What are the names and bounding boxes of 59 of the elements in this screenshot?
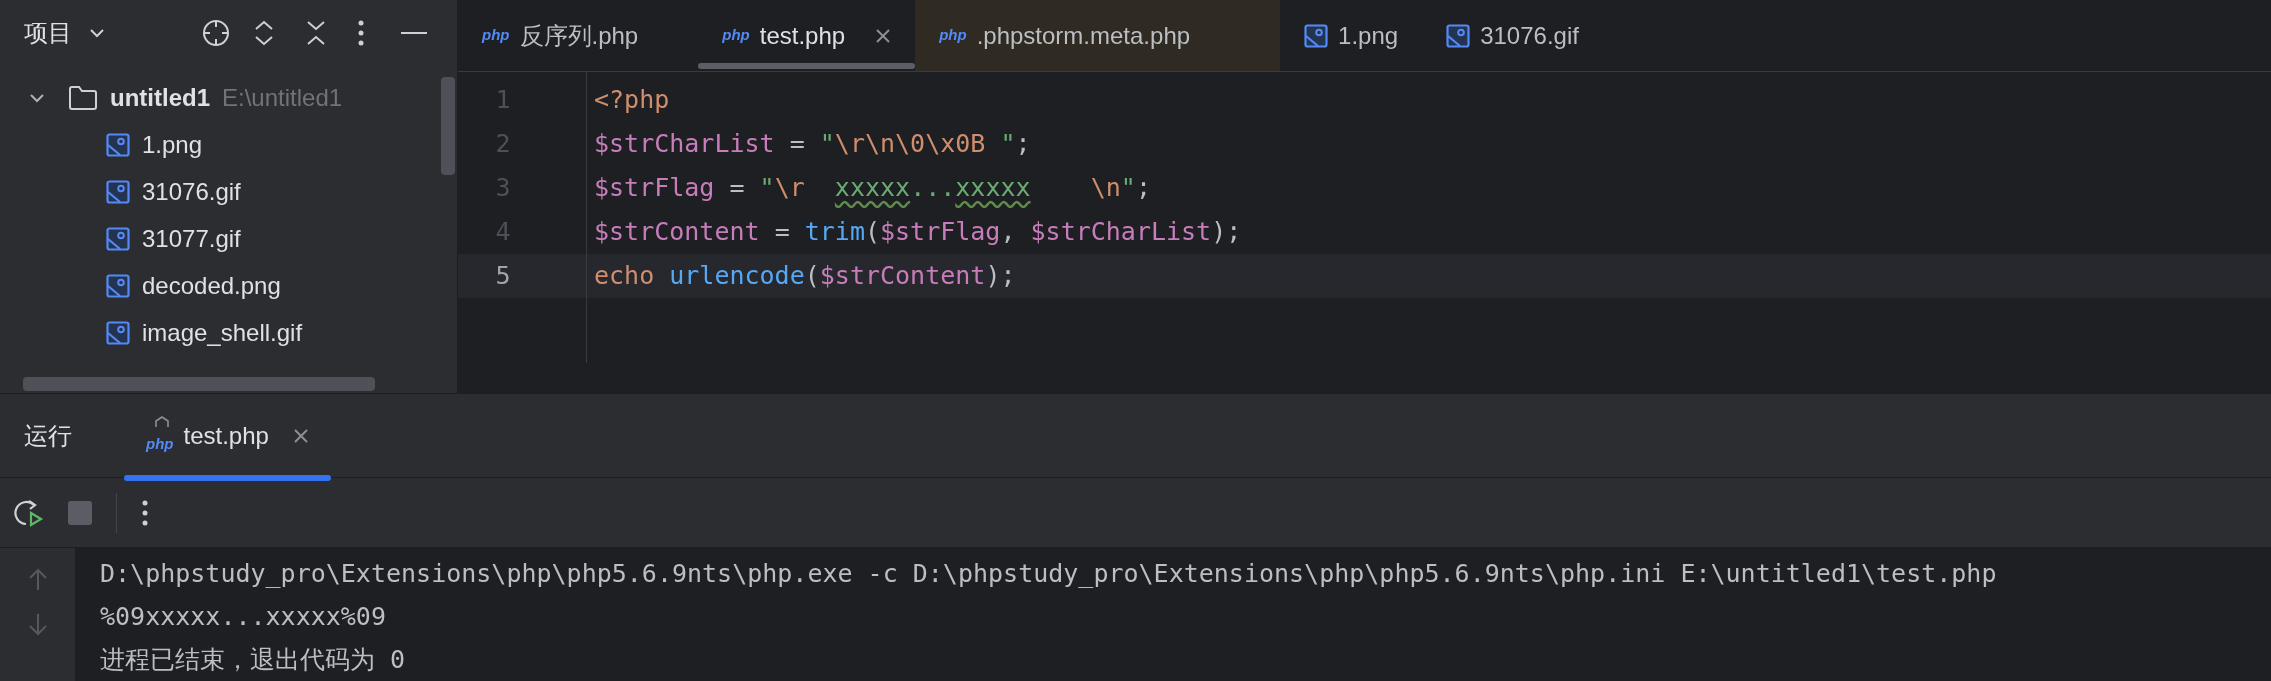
tab-label[interactable]: 31076.gif [1480,17,1579,54]
file-tree-item[interactable]: 31077.gif [0,215,457,262]
more-icon[interactable] [141,499,149,526]
editor-tab[interactable]: php 反序列.php [458,0,699,71]
editor-tab[interactable]: 1.png [1280,0,1423,71]
code-line: $strCharList = "\r\n\0\x0B "; [594,128,1031,161]
file-name: 1.png [142,129,203,160]
tab-label[interactable]: test.php [759,17,846,54]
line-number: 5 [494,260,512,293]
file-tree-item[interactable]: 31076.gif [0,168,457,215]
console-line: 进程已结束，退出代码为 0 [100,643,407,676]
image-file-icon [106,226,130,251]
image-file-icon [106,179,130,204]
roof-icon [154,415,170,428]
scrollbar[interactable] [23,377,375,391]
php-file-icon: php [939,24,967,47]
tab-label[interactable]: 1.png [1338,17,1399,54]
console-line: D:\phpstudy_pro\Extensions\php\php5.6.9nts\php.exe -c D:\phpstudy_pro\Extensions\php\php5.6.9nts\php.ini E:\untitled1\test.php [100,557,1998,590]
panel-title: 运行 [24,420,72,451]
minimize-icon[interactable] [401,31,427,35]
file-tree-item[interactable]: 1.png [0,121,457,168]
image-file-icon [106,132,130,157]
folder-icon [68,84,98,111]
more-icon[interactable] [357,20,365,46]
collapse-all-icon[interactable] [305,19,327,47]
close-icon[interactable] [292,427,309,444]
locate-icon[interactable] [201,18,231,48]
image-file-icon [106,273,130,298]
image-file-icon [106,320,130,345]
scrollbar[interactable] [441,77,455,175]
file-name: 31076.gif [142,176,241,207]
code-line: $strContent = trim($strFlag, $strCharList); [594,216,1242,249]
tab-label[interactable]: 反序列.php [519,17,639,54]
editor-tab[interactable]: php test.php [698,0,916,71]
php-file-icon: php [482,24,510,47]
expand-all-icon[interactable] [253,19,275,47]
file-tree-item[interactable]: image_shell.gif [0,309,457,356]
image-file-icon [1304,23,1329,48]
file-name: untitled1 [110,82,210,113]
tab-label[interactable]: .phpstorm.meta.php [976,17,1191,54]
code-line: $strFlag = "\r xxxxx...xxxxx \n"; [594,172,1151,205]
run-tab[interactable]: php test.php [124,394,331,477]
folder-path: E:\untitled1 [222,82,343,113]
code-line: echo urlencode($strContent); [594,260,1016,293]
panel-title[interactable]: 项目 [24,15,72,51]
close-icon[interactable] [875,27,892,44]
tab-label[interactable]: test.php [183,417,269,454]
editor-tab[interactable]: 31076.gif [1422,0,1603,71]
console-line: %09xxxxx...xxxxx%09 [100,600,387,633]
file-tree-item[interactable]: decoded.png [0,262,457,309]
file-name: 31077.gif [142,223,241,254]
php-file-icon: php [146,433,174,456]
image-file-icon [1446,23,1471,48]
file-name: image_shell.gif [142,317,303,348]
editor-tab[interactable]: php .phpstorm.meta.php [915,0,1281,71]
php-file-icon: php [722,24,750,47]
code-line: <?php [594,84,670,117]
folder-tree-item[interactable]: untitled1 E:\untitled1 [0,74,457,121]
file-name: decoded.png [142,270,281,301]
